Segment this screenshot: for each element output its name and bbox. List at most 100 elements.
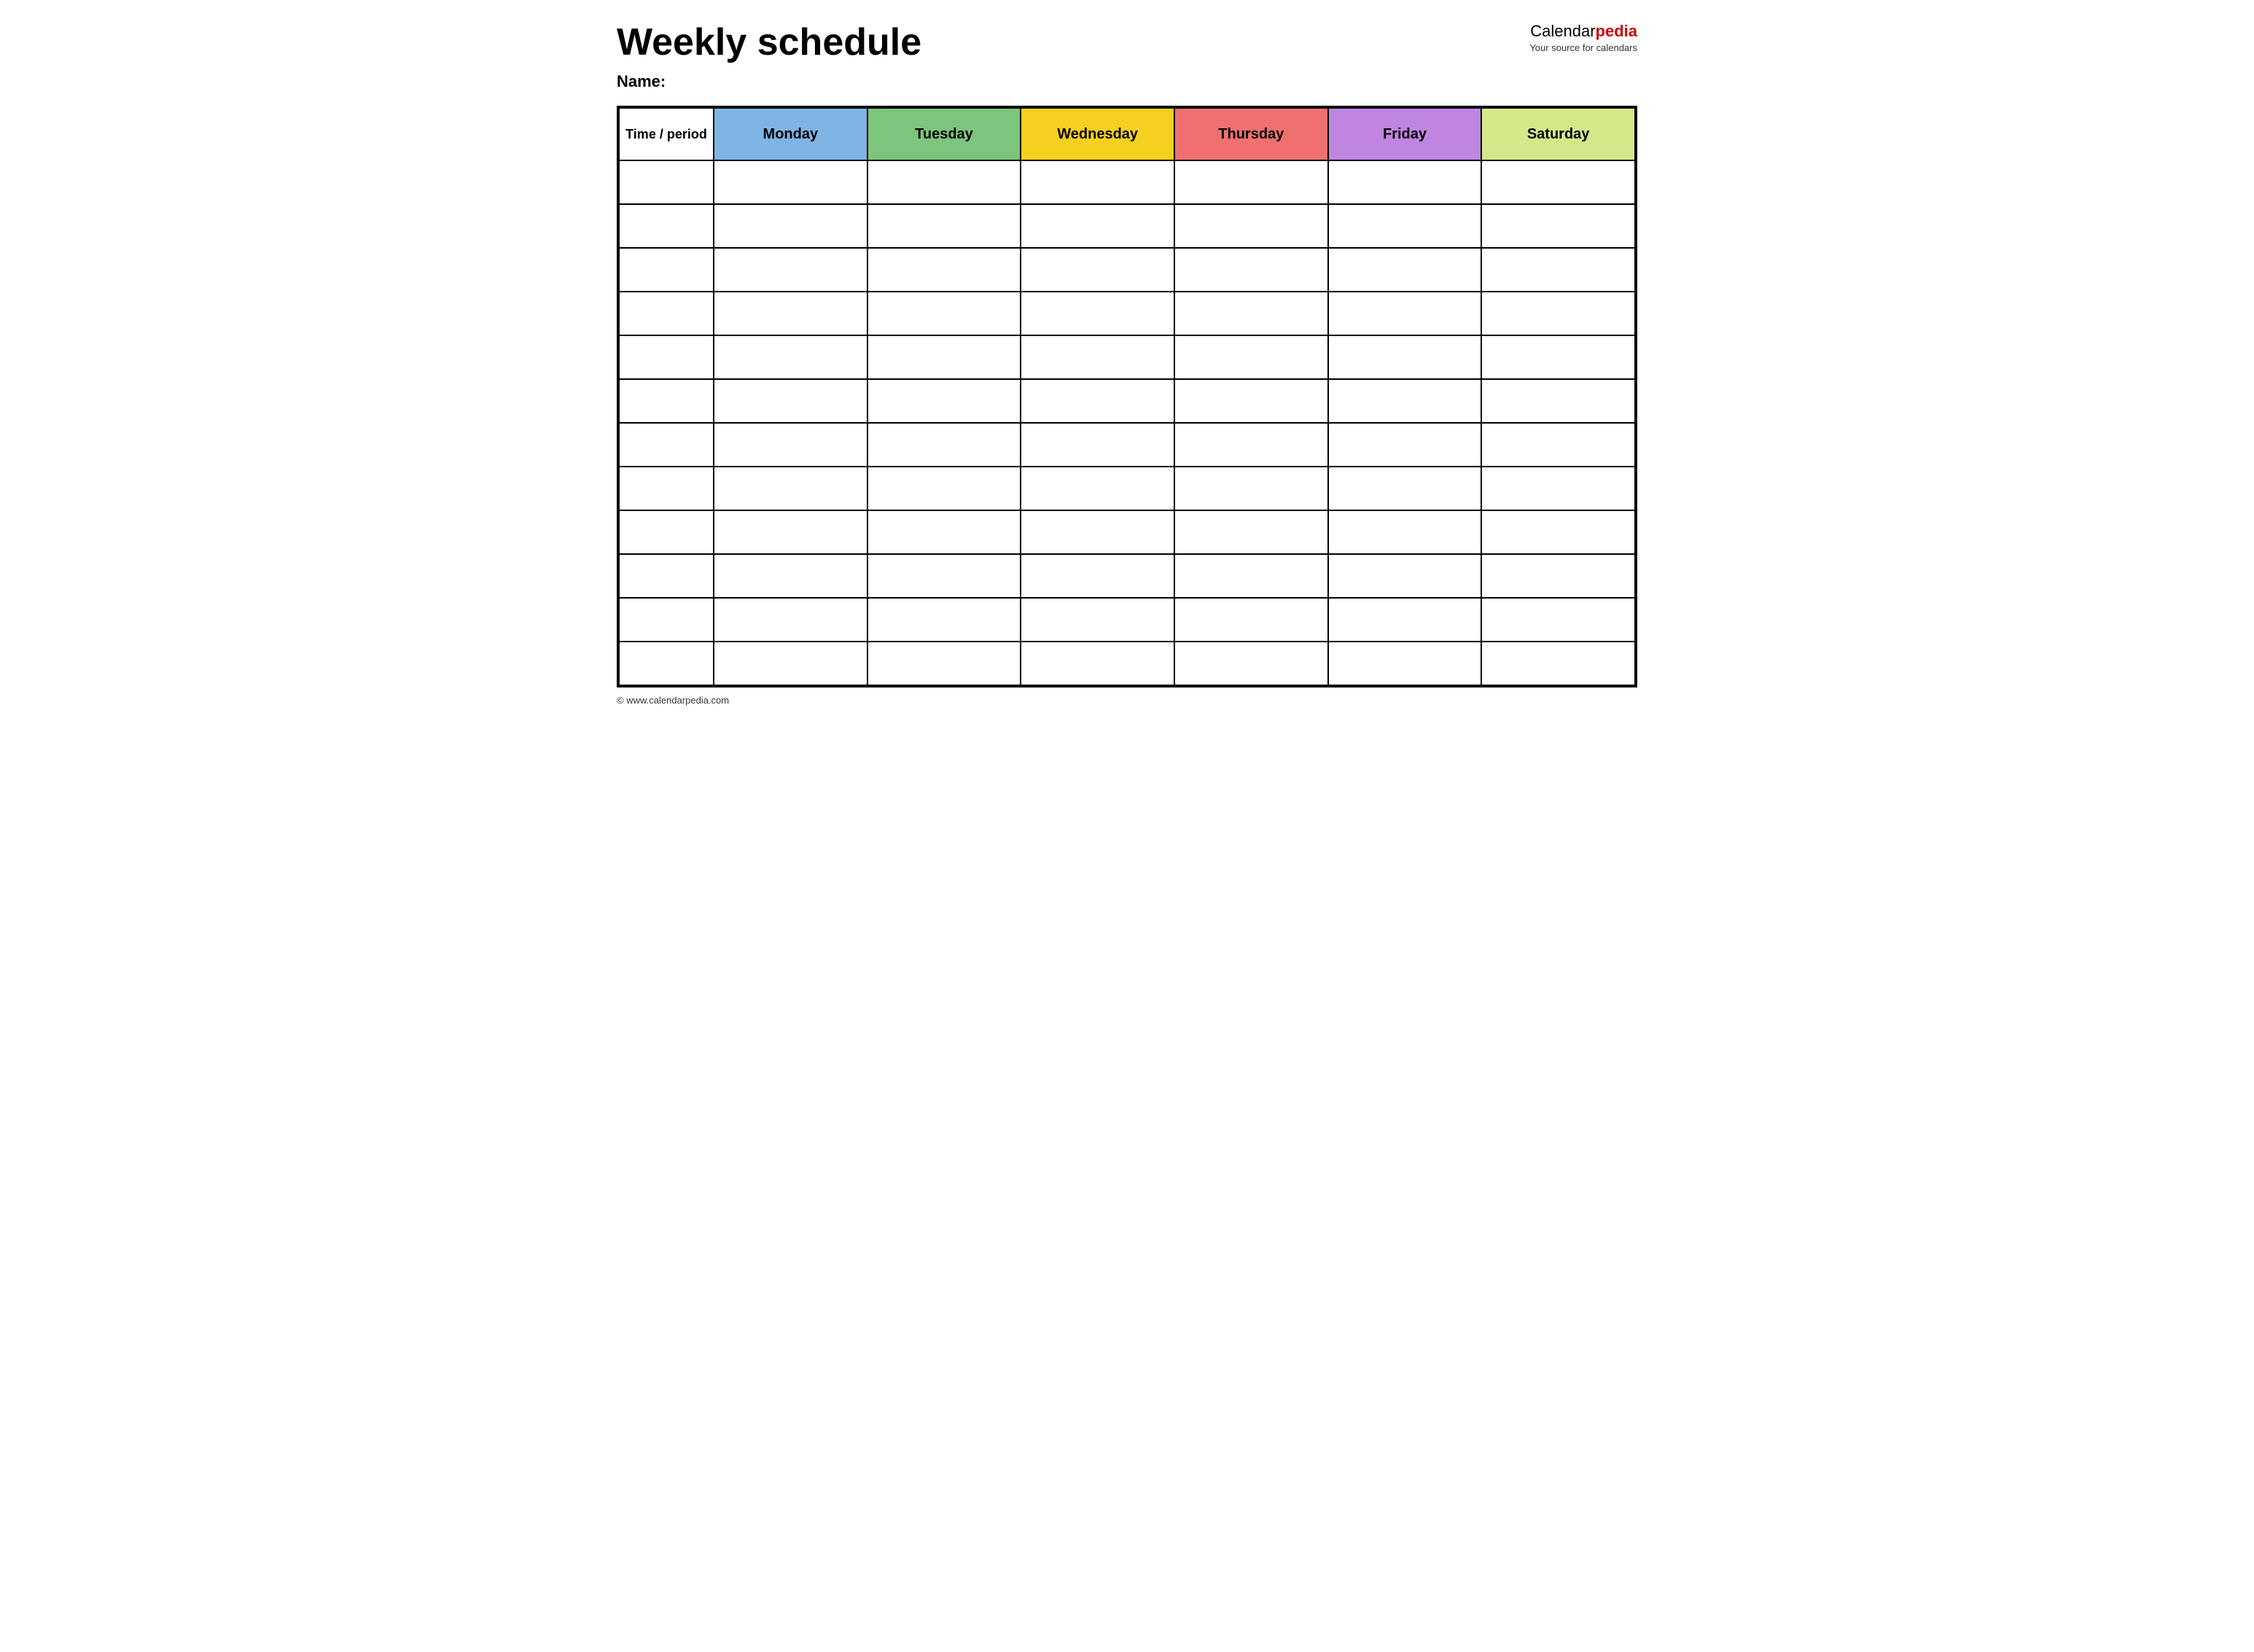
cell-row1-monday[interactable]: [714, 204, 867, 248]
cell-row10-saturday[interactable]: [1481, 598, 1635, 642]
cell-row10-friday[interactable]: [1328, 598, 1482, 642]
cell-row0-wednesday[interactable]: [1021, 160, 1174, 204]
table-row: [619, 467, 1635, 510]
cell-row11-tuesday[interactable]: [867, 642, 1021, 685]
col-header-thursday: Thursday: [1174, 108, 1328, 160]
cell-row2-tuesday[interactable]: [867, 248, 1021, 292]
cell-row9-monday[interactable]: [714, 554, 867, 598]
cell-row11-friday[interactable]: [1328, 642, 1482, 685]
table-row: [619, 598, 1635, 642]
cell-row8-monday[interactable]: [714, 510, 867, 554]
col-header-monday: Monday: [714, 108, 867, 160]
cell-row6-friday[interactable]: [1328, 423, 1482, 467]
cell-row9-tuesday[interactable]: [867, 554, 1021, 598]
cell-row9-thursday[interactable]: [1174, 554, 1328, 598]
cell-row4-wednesday[interactable]: [1021, 335, 1174, 379]
cell-row9-wednesday[interactable]: [1021, 554, 1174, 598]
cell-row0-thursday[interactable]: [1174, 160, 1328, 204]
cell-row1-friday[interactable]: [1328, 204, 1482, 248]
cell-row5-friday[interactable]: [1328, 379, 1482, 423]
cell-row8-time[interactable]: [619, 510, 714, 554]
cell-row11-monday[interactable]: [714, 642, 867, 685]
cell-row8-friday[interactable]: [1328, 510, 1482, 554]
cell-row4-monday[interactable]: [714, 335, 867, 379]
cell-row7-thursday[interactable]: [1174, 467, 1328, 510]
cell-row0-monday[interactable]: [714, 160, 867, 204]
cell-row1-saturday[interactable]: [1481, 204, 1635, 248]
cell-row5-thursday[interactable]: [1174, 379, 1328, 423]
cell-row3-tuesday[interactable]: [867, 292, 1021, 335]
cell-row7-time[interactable]: [619, 467, 714, 510]
cell-row11-time[interactable]: [619, 642, 714, 685]
footer: © www.calendarpedia.com: [617, 695, 1637, 706]
cell-row0-saturday[interactable]: [1481, 160, 1635, 204]
cell-row3-friday[interactable]: [1328, 292, 1482, 335]
cell-row10-monday[interactable]: [714, 598, 867, 642]
cell-row7-friday[interactable]: [1328, 467, 1482, 510]
cell-row9-saturday[interactable]: [1481, 554, 1635, 598]
cell-row6-wednesday[interactable]: [1021, 423, 1174, 467]
cell-row4-saturday[interactable]: [1481, 335, 1635, 379]
cell-row4-tuesday[interactable]: [867, 335, 1021, 379]
cell-row2-monday[interactable]: [714, 248, 867, 292]
cell-row11-thursday[interactable]: [1174, 642, 1328, 685]
cell-row4-thursday[interactable]: [1174, 335, 1328, 379]
cell-row3-saturday[interactable]: [1481, 292, 1635, 335]
cell-row6-tuesday[interactable]: [867, 423, 1021, 467]
cell-row2-thursday[interactable]: [1174, 248, 1328, 292]
cell-row8-saturday[interactable]: [1481, 510, 1635, 554]
cell-row9-time[interactable]: [619, 554, 714, 598]
cell-row7-wednesday[interactable]: [1021, 467, 1174, 510]
cell-row8-thursday[interactable]: [1174, 510, 1328, 554]
cell-row5-saturday[interactable]: [1481, 379, 1635, 423]
cell-row2-saturday[interactable]: [1481, 248, 1635, 292]
cell-row6-thursday[interactable]: [1174, 423, 1328, 467]
cell-row6-monday[interactable]: [714, 423, 867, 467]
cell-row5-monday[interactable]: [714, 379, 867, 423]
col-header-wednesday: Wednesday: [1021, 108, 1174, 160]
cell-row6-saturday[interactable]: [1481, 423, 1635, 467]
table-row: [619, 554, 1635, 598]
cell-row11-wednesday[interactable]: [1021, 642, 1174, 685]
cell-row3-thursday[interactable]: [1174, 292, 1328, 335]
cell-row10-time[interactable]: [619, 598, 714, 642]
cell-row0-time[interactable]: [619, 160, 714, 204]
cell-row2-time[interactable]: [619, 248, 714, 292]
table-row: [619, 335, 1635, 379]
cell-row10-wednesday[interactable]: [1021, 598, 1174, 642]
col-header-time: Time / period: [619, 108, 714, 160]
cell-row7-tuesday[interactable]: [867, 467, 1021, 510]
cell-row4-time[interactable]: [619, 335, 714, 379]
cell-row5-time[interactable]: [619, 379, 714, 423]
cell-row10-tuesday[interactable]: [867, 598, 1021, 642]
cell-row1-tuesday[interactable]: [867, 204, 1021, 248]
cell-row5-tuesday[interactable]: [867, 379, 1021, 423]
cell-row1-thursday[interactable]: [1174, 204, 1328, 248]
logo-calendar-text: Calendar: [1530, 22, 1595, 40]
cell-row3-monday[interactable]: [714, 292, 867, 335]
cell-row7-saturday[interactable]: [1481, 467, 1635, 510]
cell-row11-saturday[interactable]: [1481, 642, 1635, 685]
cell-row0-friday[interactable]: [1328, 160, 1482, 204]
cell-row8-tuesday[interactable]: [867, 510, 1021, 554]
cell-row2-friday[interactable]: [1328, 248, 1482, 292]
logo-section: Calendarpedia Your source for calendars: [1529, 22, 1637, 53]
table-row: [619, 379, 1635, 423]
cell-row7-monday[interactable]: [714, 467, 867, 510]
cell-row6-time[interactable]: [619, 423, 714, 467]
cell-row0-tuesday[interactable]: [867, 160, 1021, 204]
cell-row10-thursday[interactable]: [1174, 598, 1328, 642]
cell-row9-friday[interactable]: [1328, 554, 1482, 598]
title-section: Weekly schedule Name:: [617, 22, 1515, 91]
cell-row4-friday[interactable]: [1328, 335, 1482, 379]
cell-row1-time[interactable]: [619, 204, 714, 248]
cell-row8-wednesday[interactable]: [1021, 510, 1174, 554]
table-row: [619, 248, 1635, 292]
name-label: Name:: [617, 72, 1515, 91]
cell-row1-wednesday[interactable]: [1021, 204, 1174, 248]
cell-row3-wednesday[interactable]: [1021, 292, 1174, 335]
cell-row5-wednesday[interactable]: [1021, 379, 1174, 423]
cell-row2-wednesday[interactable]: [1021, 248, 1174, 292]
page-container: Weekly schedule Name: Calendarpedia Your…: [617, 22, 1637, 706]
cell-row3-time[interactable]: [619, 292, 714, 335]
